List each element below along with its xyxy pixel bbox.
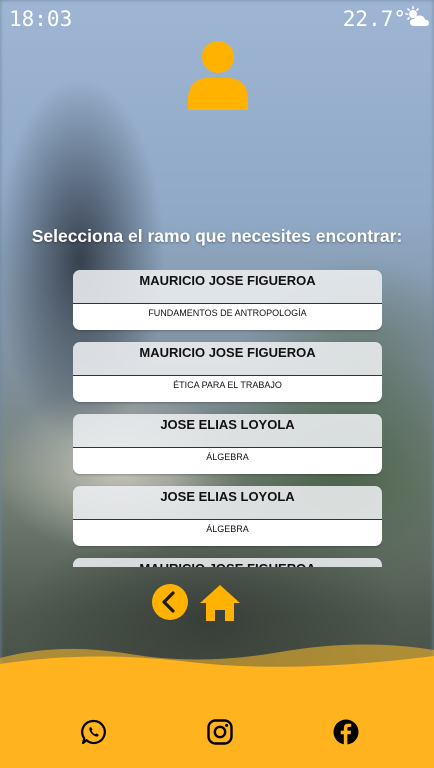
course-card[interactable]: JOSE ELIAS LOYOLA ÁLGEBRA <box>73 486 382 546</box>
page-title: Selecciona el ramo que necesites encontr… <box>31 226 403 246</box>
course-card[interactable]: MAURICIO JOSE FIGUEROA ÉTICA PARA EL TRA… <box>73 342 382 402</box>
status-temperature: 22.7° <box>342 7 406 31</box>
teacher-name: MAURICIO JOSE FIGUEROA <box>73 558 382 567</box>
teacher-name: MAURICIO JOSE FIGUEROA <box>73 270 382 304</box>
instagram-icon[interactable] <box>206 718 234 746</box>
course-card[interactable]: MAURICIO JOSE FIGUEROA <box>73 558 382 567</box>
bottom-navigation <box>0 584 434 624</box>
home-button[interactable] <box>199 584 241 622</box>
subject-name: ÁLGEBRA <box>73 520 382 546</box>
subject-name: FUNDAMENTOS DE ANTROPOLOGÍA <box>73 304 382 330</box>
teacher-name: JOSE ELIAS LOYOLA <box>73 486 382 520</box>
back-button[interactable] <box>152 584 188 620</box>
teacher-name: MAURICIO JOSE FIGUEROA <box>73 342 382 376</box>
footer <box>0 688 434 768</box>
course-card[interactable]: MAURICIO JOSE FIGUEROA FUNDAMENTOS DE AN… <box>73 270 382 330</box>
status-bar: 18:03 22.7° <box>0 0 434 38</box>
home-icon <box>200 585 240 621</box>
course-card[interactable]: JOSE ELIAS LOYOLA ÁLGEBRA <box>73 414 382 474</box>
status-time: 18:03 <box>9 7 73 31</box>
facebook-icon[interactable] <box>332 718 360 746</box>
user-icon <box>188 41 248 110</box>
teacher-name: JOSE ELIAS LOYOLA <box>73 414 382 448</box>
chevron-left-icon <box>162 591 175 613</box>
course-list[interactable]: MAURICIO JOSE FIGUEROA FUNDAMENTOS DE AN… <box>73 270 382 567</box>
subject-name: ÉTICA PARA EL TRABAJO <box>73 376 382 402</box>
partly-cloudy-icon <box>405 6 429 26</box>
subject-name: ÁLGEBRA <box>73 448 382 474</box>
whatsapp-icon[interactable] <box>80 718 108 746</box>
